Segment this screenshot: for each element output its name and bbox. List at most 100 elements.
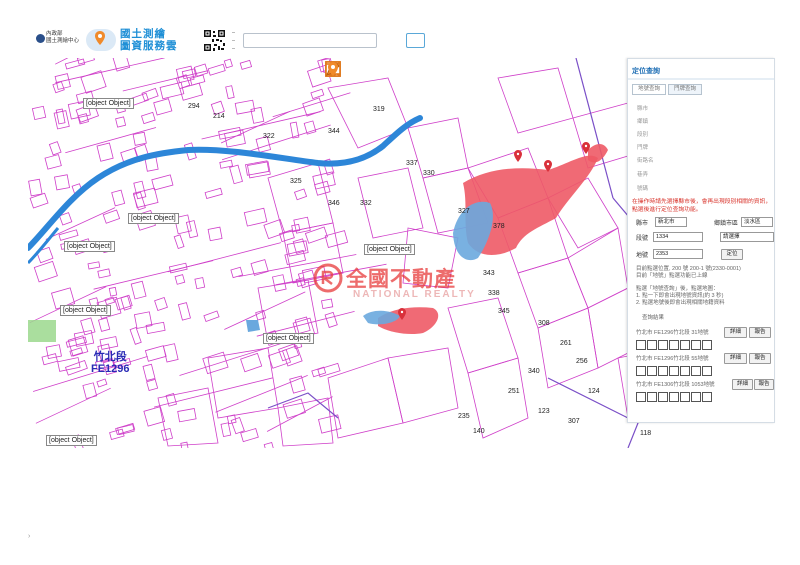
parcel (220, 422, 232, 438)
pen-tool-button[interactable] (326, 60, 530, 82)
parcel-number: 308 (538, 320, 550, 327)
layers-tool-button[interactable] (325, 60, 369, 82)
result-checkbox[interactable] (702, 392, 712, 402)
parcel (53, 110, 70, 130)
result-checkbox[interactable] (691, 340, 701, 350)
parcel (28, 178, 43, 197)
result-report-button[interactable]: 報告 (749, 327, 771, 338)
result-detail-button[interactable]: 詳細 (732, 379, 753, 390)
result-checkbox[interactable] (636, 340, 646, 350)
result-row[interactable]: 竹北市 FE1296竹北段 31地號 (636, 328, 708, 336)
street-line (35, 387, 111, 424)
field-label-section: 段別 (637, 132, 649, 138)
result-checkbox[interactable] (647, 392, 657, 402)
result-checkbox[interactable] (680, 366, 690, 376)
parcel (133, 180, 147, 200)
parcel (278, 343, 300, 362)
parcel (48, 141, 62, 156)
tab-lot-query[interactable]: 地號查詢 (632, 84, 667, 95)
parcel (87, 261, 101, 270)
parcel (144, 345, 167, 362)
measure-tool-button[interactable] (325, 60, 415, 82)
parcel (207, 63, 226, 76)
parcel (229, 164, 243, 185)
result-checkbox[interactable] (636, 366, 646, 376)
result-report-button[interactable]: 報告 (754, 379, 774, 390)
site-title[interactable]: 國土測繪 圖資服務雲 (120, 28, 178, 52)
parcel (31, 105, 47, 121)
parcel (98, 317, 111, 332)
result-checkbox[interactable] (658, 340, 668, 350)
lot-section-input[interactable]: 1334 (653, 232, 703, 242)
result-checkbox[interactable] (669, 340, 679, 350)
result-report-button[interactable]: 報告 (749, 353, 771, 364)
field-label-number: 號碼 (637, 186, 649, 192)
corner-mark: › (28, 533, 31, 540)
locate-button[interactable]: 定位 (721, 249, 743, 260)
search-button[interactable] (406, 33, 425, 48)
select-tool-button[interactable] (325, 60, 392, 82)
parcel (263, 442, 276, 448)
parcel (225, 85, 235, 100)
parcel (104, 296, 116, 306)
result-checkbox[interactable] (702, 340, 712, 350)
parcel (44, 154, 62, 170)
result-checkbox[interactable] (669, 366, 679, 376)
road-label: [object Object] (83, 98, 134, 109)
result-checkbox[interactable] (636, 392, 646, 402)
result-checkbox[interactable] (691, 392, 701, 402)
parcel (151, 174, 174, 191)
parcel-number: 332 (360, 200, 372, 207)
draw-point-tool-button[interactable] (327, 60, 461, 82)
parcel (314, 180, 331, 196)
parcel (204, 187, 223, 199)
draw-rect-tool-button[interactable] (325, 60, 507, 82)
parcel (223, 58, 233, 69)
county-select[interactable]: 新北市 (655, 217, 687, 227)
street-line (272, 92, 351, 118)
tab-address-query[interactable]: 門牌查詢 (668, 84, 703, 95)
parcel (177, 408, 197, 423)
result-checkbox[interactable] (658, 366, 668, 376)
result-detail-button[interactable]: 詳細 (724, 353, 747, 364)
result-detail-button[interactable]: 詳細 (724, 327, 747, 338)
pan-tool-button[interactable] (327, 60, 438, 82)
result-checkbox[interactable] (691, 366, 701, 376)
location-query-panel: 定位查詢 地號查詢 門牌查詢 縣市 鄉鎮 段別 門牌 街路名 巷弄 號碼 在操作… (627, 58, 775, 423)
parcel-number: 235 (458, 413, 470, 420)
parcel (304, 226, 328, 244)
parcel (54, 73, 71, 90)
result-row[interactable]: 竹北市 FE1296竹北段 55地號 (636, 354, 708, 362)
parcel-number: 307 (568, 418, 580, 425)
parcel (310, 88, 325, 100)
parcel-number: 124 (588, 388, 600, 395)
parcel (207, 226, 223, 242)
location-tool-button[interactable] (328, 60, 553, 82)
usage-notice: 在操作時請先選擇縣市後，會再出現段別相關的資訊，點選後進行定位查詢功能。 (632, 199, 772, 213)
qr-code-icon[interactable] (203, 29, 226, 52)
parcel (294, 316, 311, 334)
parcel-number: 319 (373, 106, 385, 113)
parcel (132, 131, 147, 146)
lot-number-input[interactable]: 2353 (653, 249, 703, 259)
field-label-street: 街路名 (637, 158, 654, 164)
result-checkbox[interactable] (669, 392, 679, 402)
sub-section-select[interactable]: 請選擇 (720, 232, 774, 242)
result-checkbox[interactable] (680, 392, 690, 402)
parcel (54, 174, 71, 191)
result-row[interactable]: 竹北市 FE1306竹北段 1053地號 (636, 380, 715, 388)
result-checkbox[interactable] (647, 340, 657, 350)
result-checkbox[interactable] (702, 366, 712, 376)
town-select[interactable]: 淡水區 (741, 217, 773, 227)
result-checkbox[interactable] (658, 392, 668, 402)
parcel-number: 325 (290, 178, 302, 185)
search-mode-marks (232, 32, 235, 49)
pin-marker[interactable] (514, 150, 522, 162)
result-checkbox[interactable] (680, 340, 690, 350)
result-checkbox[interactable] (647, 366, 657, 376)
parcel-number: 123 (538, 408, 550, 415)
parcel-number: 344 (328, 128, 340, 135)
parcel (255, 309, 267, 321)
draw-line-tool-button[interactable] (325, 60, 484, 82)
search-input[interactable] (243, 33, 377, 48)
